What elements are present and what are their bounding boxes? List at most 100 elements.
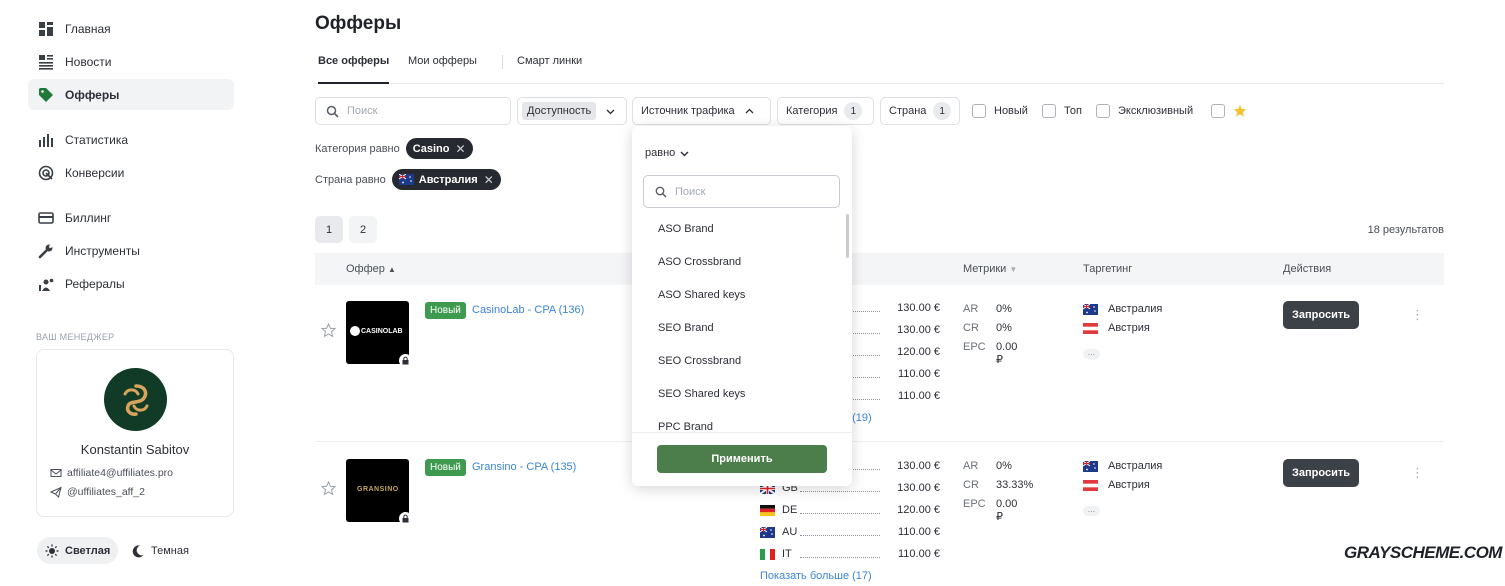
tabs: Все офферы Мои офферы Смарт линки xyxy=(315,43,1444,84)
top-checkbox[interactable]: Топ xyxy=(1042,104,1082,118)
close-icon[interactable]: ✕ xyxy=(455,142,465,156)
table-header: Оффер ▲ Метрики ▼ Таргетинг Действия xyxy=(315,253,1444,285)
geo-item: Австрия xyxy=(1083,322,1150,334)
sidebar-item-offers[interactable]: Офферы xyxy=(28,79,234,110)
request-button[interactable]: Запросить xyxy=(1283,459,1359,487)
dropdown-option[interactable]: SEO Shared keys xyxy=(658,388,745,400)
metric-epc: EPC 0.00 ₽ xyxy=(963,341,1017,366)
manager-telegram[interactable]: @uffiliates_aff_2 xyxy=(50,486,145,498)
search-input[interactable] xyxy=(347,105,487,117)
category-filter[interactable]: Категория 1 xyxy=(777,97,874,125)
manager-email[interactable]: affiliate4@uffiliates.pro xyxy=(50,467,173,479)
traffic-source-filter[interactable]: Источник трафика xyxy=(632,97,771,125)
theme-light-button[interactable]: Светлая xyxy=(37,537,119,564)
tab-smart-links[interactable]: Смарт линки xyxy=(517,55,582,67)
payout-value: 110.00 € xyxy=(897,526,940,538)
dropdown-option[interactable]: ASO Crossbrand xyxy=(658,256,741,268)
sidebar-item-label: Новости xyxy=(65,54,112,69)
condition-chip[interactable]: Австралия ✕ xyxy=(391,169,501,190)
condition-chip[interactable]: Casino ✕ xyxy=(405,138,473,159)
dropdown-option[interactable]: ASO Brand xyxy=(658,223,714,235)
theme-dark-button[interactable]: Темная xyxy=(123,537,197,564)
offer-search-field[interactable] xyxy=(315,97,511,125)
dropdown-option[interactable]: ASO Shared keys xyxy=(658,289,745,301)
geo-label: Австрия xyxy=(1108,479,1150,491)
dropdown-option[interactable]: SEO Crossbrand xyxy=(658,355,741,367)
offer-name-link[interactable]: CasinoLab - CPA (136) xyxy=(472,304,584,316)
metric-ar: AR 0% xyxy=(963,460,1012,472)
dropdown-search-field[interactable] xyxy=(643,175,840,208)
favorite-star-icon[interactable] xyxy=(321,323,336,338)
more-options-icon[interactable]: ⋮ xyxy=(1411,307,1424,323)
page-button-1[interactable]: 1 xyxy=(315,216,343,243)
payout-value: 120.00 € xyxy=(897,346,940,358)
dropdown-scrollbar[interactable] xyxy=(846,214,849,258)
condition-label: Категория равно xyxy=(315,142,400,155)
offer-column-header[interactable]: Оффер ▲ xyxy=(346,263,396,275)
sidebar-item-label: Статистика xyxy=(65,132,129,147)
targeting-column-header: Таргетинг xyxy=(1083,263,1133,275)
credit-card-icon xyxy=(38,210,54,226)
apply-button[interactable]: Применить xyxy=(657,445,827,473)
checkbox-box[interactable] xyxy=(1042,104,1056,118)
sidebar-item-news[interactable]: Новости xyxy=(28,46,234,77)
country-filter[interactable]: Страна 1 xyxy=(880,97,960,125)
availability-filter[interactable]: Доступность xyxy=(517,97,627,125)
tab-divider xyxy=(502,55,503,69)
request-button[interactable]: Запросить xyxy=(1283,301,1359,329)
favorites-checkbox[interactable] xyxy=(1211,104,1247,118)
sidebar-item-tools[interactable]: Инструменты xyxy=(28,235,234,266)
new-checkbox[interactable]: Новый xyxy=(972,104,1028,118)
operator-label: равно xyxy=(645,147,676,159)
new-badge: Новый xyxy=(425,459,466,476)
dropdown-search-input[interactable] xyxy=(675,185,815,198)
country-count-badge: 1 xyxy=(933,102,951,120)
manager-name: Konstantin Sabitov xyxy=(80,442,190,457)
australia-flag-icon xyxy=(1083,460,1098,472)
page-button-2[interactable]: 2 xyxy=(349,216,377,243)
metrics-column-header[interactable]: Метрики ▼ xyxy=(963,263,1017,275)
chevron-down-icon xyxy=(606,109,615,114)
sidebar-item-billing[interactable]: Биллинг xyxy=(28,202,234,233)
metric-key: CR xyxy=(963,479,979,491)
geo-item: Австрия xyxy=(1083,479,1150,491)
geo-item: Австралия xyxy=(1083,460,1162,472)
chevron-down-icon xyxy=(680,151,689,156)
metric-value: 0% xyxy=(996,303,1012,315)
country-label: Страна xyxy=(889,105,927,117)
sidebar-item-conversions[interactable]: Конверсии xyxy=(28,157,234,188)
wrench-icon xyxy=(38,243,54,259)
checkbox-label: Топ xyxy=(1064,105,1082,117)
search-icon xyxy=(326,105,339,118)
column-label: Оффер xyxy=(346,263,385,275)
sidebar-item-label: Инструменты xyxy=(65,243,140,258)
close-icon[interactable]: ✕ xyxy=(484,173,494,187)
sidebar-item-referrals[interactable]: Рефералы xyxy=(28,268,234,299)
favorite-star-icon[interactable] xyxy=(321,481,336,496)
operator-select[interactable]: равно xyxy=(645,147,689,159)
dashboard-icon xyxy=(38,21,54,37)
actions-column-header: Действия xyxy=(1283,263,1332,275)
dotted-leader xyxy=(800,491,880,492)
dropdown-option[interactable]: SEO Brand xyxy=(658,322,714,334)
metric-value: 0.00 ₽ xyxy=(996,498,1018,523)
exclusive-checkbox[interactable]: Эксклюзивный xyxy=(1096,104,1193,118)
tab-all-offers[interactable]: Все офферы xyxy=(318,55,390,84)
show-more-link[interactable]: Показать больше (17) xyxy=(760,570,872,582)
offer-name-link[interactable]: Gransino - CPA (135) xyxy=(472,461,576,473)
geo-more-button[interactable]: ... xyxy=(1083,505,1100,516)
tab-my-offers[interactable]: Мои офферы xyxy=(408,55,477,67)
australia-flag-icon xyxy=(398,174,414,185)
checkbox-box[interactable] xyxy=(1211,104,1225,118)
offer-thumbnail: CASINOLAB xyxy=(346,301,409,364)
metric-key: CR xyxy=(963,322,979,334)
geo-more-button[interactable]: ... xyxy=(1083,348,1100,359)
checkbox-box[interactable] xyxy=(972,104,986,118)
tag-icon xyxy=(38,87,54,103)
sidebar-item-home[interactable]: Главная xyxy=(28,13,234,44)
more-options-icon[interactable]: ⋮ xyxy=(1411,465,1424,481)
metric-key: AR xyxy=(963,303,979,315)
thumb-text: GRANSINO xyxy=(357,486,399,493)
checkbox-box[interactable] xyxy=(1096,104,1110,118)
sidebar-item-statistics[interactable]: Статистика xyxy=(28,124,234,155)
